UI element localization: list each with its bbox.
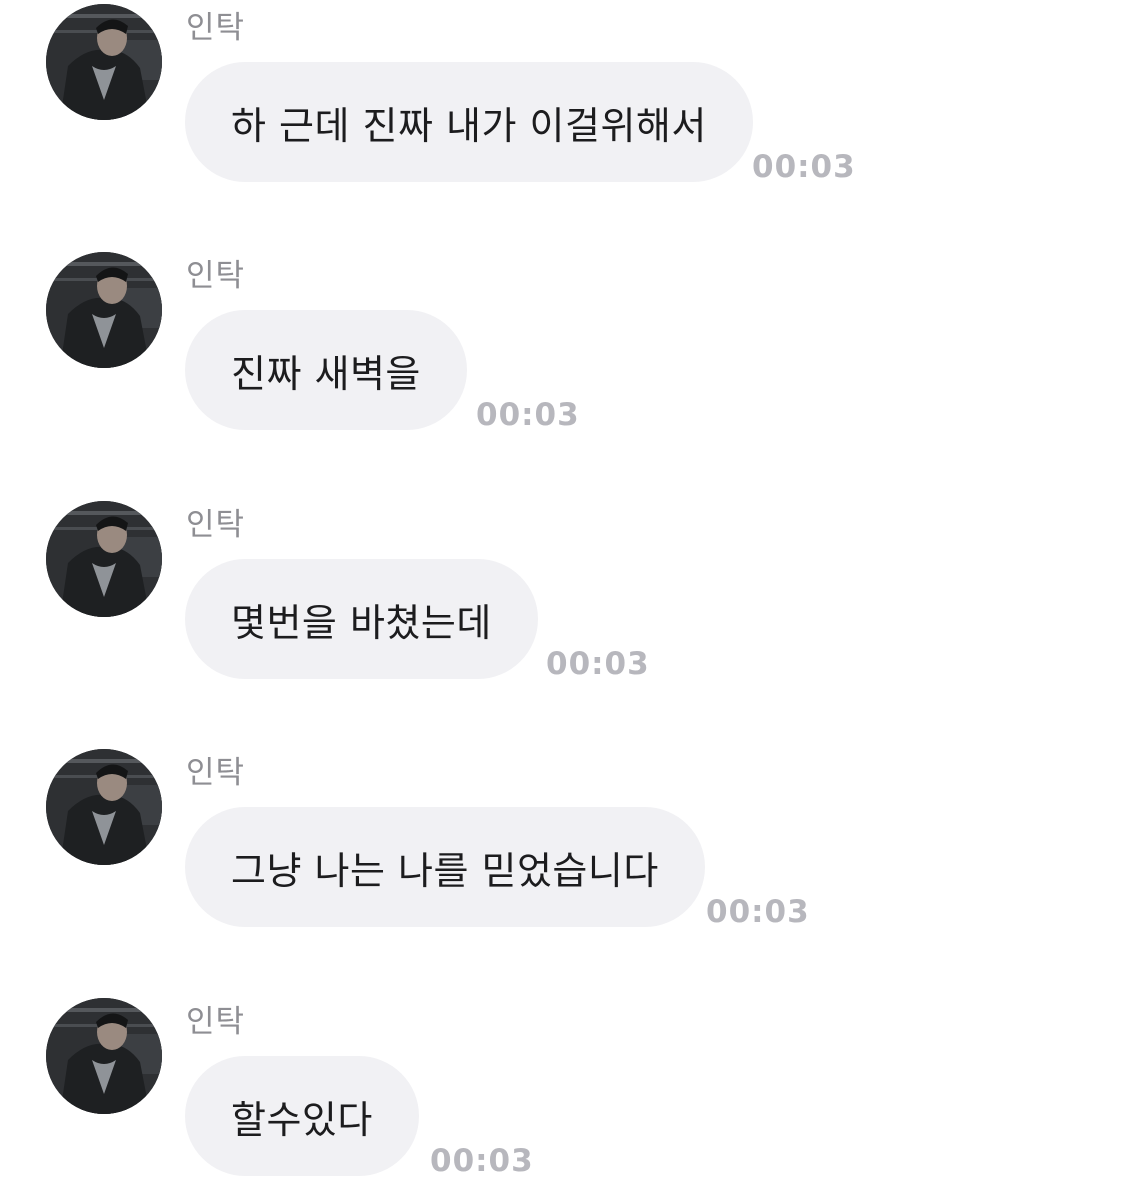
message-timestamp: 00:03 bbox=[546, 646, 650, 682]
profile-avatar[interactable] bbox=[46, 501, 162, 617]
message-bubble[interactable]: 몇번을 바쳤는데 bbox=[185, 559, 538, 679]
profile-avatar[interactable] bbox=[46, 998, 162, 1114]
chat-message: 인탁 진짜 새벽을 00:03 bbox=[0, 248, 1135, 448]
chat-message: 인탁 몇번을 바쳤는데 00:03 bbox=[0, 497, 1135, 697]
message-timestamp: 00:03 bbox=[430, 1143, 534, 1179]
message-timestamp: 00:03 bbox=[752, 149, 856, 185]
chat-message-list: 인탁 하 근데 진짜 내가 이걸위해서 00:03 인탁 진짜 새벽을 00:0… bbox=[0, 0, 1135, 1200]
message-text: 하 근데 진짜 내가 이걸위해서 bbox=[231, 103, 707, 148]
message-text: 그냥 나는 나를 믿었습니다 bbox=[231, 848, 659, 893]
chat-message: 인탁 할수있다 00:03 bbox=[0, 994, 1135, 1194]
message-timestamp: 00:03 bbox=[706, 894, 810, 930]
message-bubble[interactable]: 하 근데 진짜 내가 이걸위해서 bbox=[185, 62, 753, 182]
sender-name: 인탁 bbox=[186, 1004, 246, 1040]
message-bubble[interactable]: 할수있다 bbox=[185, 1056, 419, 1176]
sender-name: 인탁 bbox=[186, 258, 246, 294]
profile-avatar[interactable] bbox=[46, 4, 162, 120]
message-bubble[interactable]: 그냥 나는 나를 믿었습니다 bbox=[185, 807, 705, 927]
profile-avatar[interactable] bbox=[46, 749, 162, 865]
profile-photo-icon bbox=[46, 998, 162, 1114]
profile-photo-icon bbox=[46, 501, 162, 617]
sender-name: 인탁 bbox=[186, 755, 246, 791]
sender-name: 인탁 bbox=[186, 507, 246, 543]
profile-photo-icon bbox=[46, 749, 162, 865]
chat-message: 인탁 그냥 나는 나를 믿었습니다 00:03 bbox=[0, 745, 1135, 945]
message-timestamp: 00:03 bbox=[476, 397, 580, 433]
profile-photo-icon bbox=[46, 252, 162, 368]
message-bubble[interactable]: 진짜 새벽을 bbox=[185, 310, 467, 430]
profile-avatar[interactable] bbox=[46, 252, 162, 368]
chat-message: 인탁 하 근데 진짜 내가 이걸위해서 00:03 bbox=[0, 0, 1135, 200]
message-text: 진짜 새벽을 bbox=[231, 351, 421, 396]
message-text: 몇번을 바쳤는데 bbox=[231, 600, 492, 645]
message-text: 할수있다 bbox=[231, 1097, 373, 1142]
profile-photo-icon bbox=[46, 4, 162, 120]
sender-name: 인탁 bbox=[186, 10, 246, 46]
